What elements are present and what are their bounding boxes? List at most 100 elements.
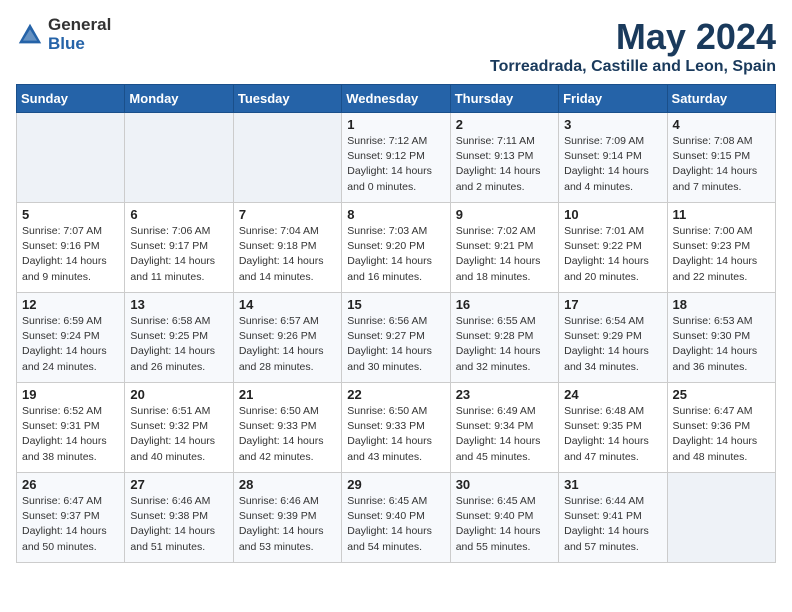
sunset-text: Sunset: 9:23 PM <box>673 240 751 252</box>
day-number: 24 <box>564 387 661 402</box>
cell-info: Sunrise: 7:08 AM Sunset: 9:15 PM Dayligh… <box>673 134 770 195</box>
logo-general-text: General <box>48 15 111 34</box>
calendar-cell: 28 Sunrise: 6:46 AM Sunset: 9:39 PM Dayl… <box>233 473 341 563</box>
sunset-text: Sunset: 9:24 PM <box>22 330 100 342</box>
cell-info: Sunrise: 6:51 AM Sunset: 9:32 PM Dayligh… <box>130 404 227 465</box>
sunset-text: Sunset: 9:39 PM <box>239 510 317 522</box>
calendar-cell: 8 Sunrise: 7:03 AM Sunset: 9:20 PM Dayli… <box>342 203 450 293</box>
logo-blue-text: Blue <box>48 34 85 53</box>
day-of-week-header: Thursday <box>450 85 558 113</box>
calendar-cell: 24 Sunrise: 6:48 AM Sunset: 9:35 PM Dayl… <box>559 383 667 473</box>
calendar-cell: 16 Sunrise: 6:55 AM Sunset: 9:28 PM Dayl… <box>450 293 558 383</box>
day-number: 11 <box>673 207 770 222</box>
day-number: 15 <box>347 297 444 312</box>
daylight-text: Daylight: 14 hours and 9 minutes. <box>22 255 107 282</box>
sunrise-text: Sunrise: 6:59 AM <box>22 315 102 327</box>
sunrise-text: Sunrise: 6:52 AM <box>22 405 102 417</box>
sunrise-text: Sunrise: 6:47 AM <box>22 495 102 507</box>
sunset-text: Sunset: 9:40 PM <box>456 510 534 522</box>
sunset-text: Sunset: 9:17 PM <box>130 240 208 252</box>
calendar-week-row: 19 Sunrise: 6:52 AM Sunset: 9:31 PM Dayl… <box>17 383 776 473</box>
sunset-text: Sunset: 9:41 PM <box>564 510 642 522</box>
calendar-week-row: 1 Sunrise: 7:12 AM Sunset: 9:12 PM Dayli… <box>17 113 776 203</box>
daylight-text: Daylight: 14 hours and 47 minutes. <box>564 435 649 462</box>
day-number: 22 <box>347 387 444 402</box>
calendar-cell: 26 Sunrise: 6:47 AM Sunset: 9:37 PM Dayl… <box>17 473 125 563</box>
day-number: 1 <box>347 117 444 132</box>
daylight-text: Daylight: 14 hours and 24 minutes. <box>22 345 107 372</box>
sunrise-text: Sunrise: 7:00 AM <box>673 225 753 237</box>
daylight-text: Daylight: 14 hours and 2 minutes. <box>456 165 541 192</box>
calendar-cell: 12 Sunrise: 6:59 AM Sunset: 9:24 PM Dayl… <box>17 293 125 383</box>
logo: General Blue <box>16 16 111 53</box>
cell-info: Sunrise: 7:06 AM Sunset: 9:17 PM Dayligh… <box>130 224 227 285</box>
calendar-table: SundayMondayTuesdayWednesdayThursdayFrid… <box>16 84 776 563</box>
day-number: 25 <box>673 387 770 402</box>
daylight-text: Daylight: 14 hours and 55 minutes. <box>456 525 541 552</box>
sunrise-text: Sunrise: 6:58 AM <box>130 315 210 327</box>
calendar-cell: 21 Sunrise: 6:50 AM Sunset: 9:33 PM Dayl… <box>233 383 341 473</box>
daylight-text: Daylight: 14 hours and 48 minutes. <box>673 435 758 462</box>
calendar-cell: 15 Sunrise: 6:56 AM Sunset: 9:27 PM Dayl… <box>342 293 450 383</box>
logo-icon <box>16 21 44 49</box>
sunset-text: Sunset: 9:14 PM <box>564 150 642 162</box>
sunrise-text: Sunrise: 7:06 AM <box>130 225 210 237</box>
daylight-text: Daylight: 14 hours and 50 minutes. <box>22 525 107 552</box>
sunset-text: Sunset: 9:20 PM <box>347 240 425 252</box>
sunrise-text: Sunrise: 6:46 AM <box>239 495 319 507</box>
calendar-cell: 18 Sunrise: 6:53 AM Sunset: 9:30 PM Dayl… <box>667 293 775 383</box>
sunrise-text: Sunrise: 6:48 AM <box>564 405 644 417</box>
daylight-text: Daylight: 14 hours and 54 minutes. <box>347 525 432 552</box>
calendar-cell: 14 Sunrise: 6:57 AM Sunset: 9:26 PM Dayl… <box>233 293 341 383</box>
calendar-cell: 22 Sunrise: 6:50 AM Sunset: 9:33 PM Dayl… <box>342 383 450 473</box>
daylight-text: Daylight: 14 hours and 30 minutes. <box>347 345 432 372</box>
sunrise-text: Sunrise: 7:03 AM <box>347 225 427 237</box>
day-of-week-header: Monday <box>125 85 233 113</box>
day-number: 12 <box>22 297 119 312</box>
day-number: 6 <box>130 207 227 222</box>
sunrise-text: Sunrise: 6:46 AM <box>130 495 210 507</box>
sunset-text: Sunset: 9:21 PM <box>456 240 534 252</box>
day-number: 26 <box>22 477 119 492</box>
cell-info: Sunrise: 6:55 AM Sunset: 9:28 PM Dayligh… <box>456 314 553 375</box>
daylight-text: Daylight: 14 hours and 43 minutes. <box>347 435 432 462</box>
cell-info: Sunrise: 7:09 AM Sunset: 9:14 PM Dayligh… <box>564 134 661 195</box>
sunset-text: Sunset: 9:22 PM <box>564 240 642 252</box>
daylight-text: Daylight: 14 hours and 14 minutes. <box>239 255 324 282</box>
day-of-week-header: Sunday <box>17 85 125 113</box>
cell-info: Sunrise: 6:57 AM Sunset: 9:26 PM Dayligh… <box>239 314 336 375</box>
cell-info: Sunrise: 6:50 AM Sunset: 9:33 PM Dayligh… <box>239 404 336 465</box>
sunrise-text: Sunrise: 7:04 AM <box>239 225 319 237</box>
calendar-cell: 17 Sunrise: 6:54 AM Sunset: 9:29 PM Dayl… <box>559 293 667 383</box>
day-number: 5 <box>22 207 119 222</box>
sunset-text: Sunset: 9:13 PM <box>456 150 534 162</box>
calendar-cell: 6 Sunrise: 7:06 AM Sunset: 9:17 PM Dayli… <box>125 203 233 293</box>
daylight-text: Daylight: 14 hours and 18 minutes. <box>456 255 541 282</box>
sunrise-text: Sunrise: 6:56 AM <box>347 315 427 327</box>
day-number: 19 <box>22 387 119 402</box>
sunset-text: Sunset: 9:27 PM <box>347 330 425 342</box>
calendar-cell: 3 Sunrise: 7:09 AM Sunset: 9:14 PM Dayli… <box>559 113 667 203</box>
sunrise-text: Sunrise: 7:12 AM <box>347 135 427 147</box>
daylight-text: Daylight: 14 hours and 4 minutes. <box>564 165 649 192</box>
calendar-header-row: SundayMondayTuesdayWednesdayThursdayFrid… <box>17 85 776 113</box>
sunrise-text: Sunrise: 6:49 AM <box>456 405 536 417</box>
calendar-cell: 5 Sunrise: 7:07 AM Sunset: 9:16 PM Dayli… <box>17 203 125 293</box>
calendar-cell: 25 Sunrise: 6:47 AM Sunset: 9:36 PM Dayl… <box>667 383 775 473</box>
cell-info: Sunrise: 6:46 AM Sunset: 9:38 PM Dayligh… <box>130 494 227 555</box>
cell-info: Sunrise: 7:11 AM Sunset: 9:13 PM Dayligh… <box>456 134 553 195</box>
calendar-cell: 2 Sunrise: 7:11 AM Sunset: 9:13 PM Dayli… <box>450 113 558 203</box>
cell-info: Sunrise: 6:56 AM Sunset: 9:27 PM Dayligh… <box>347 314 444 375</box>
cell-info: Sunrise: 6:46 AM Sunset: 9:39 PM Dayligh… <box>239 494 336 555</box>
calendar-cell: 9 Sunrise: 7:02 AM Sunset: 9:21 PM Dayli… <box>450 203 558 293</box>
sunset-text: Sunset: 9:35 PM <box>564 420 642 432</box>
daylight-text: Daylight: 14 hours and 7 minutes. <box>673 165 758 192</box>
cell-info: Sunrise: 6:45 AM Sunset: 9:40 PM Dayligh… <box>456 494 553 555</box>
calendar-week-row: 12 Sunrise: 6:59 AM Sunset: 9:24 PM Dayl… <box>17 293 776 383</box>
sunset-text: Sunset: 9:30 PM <box>673 330 751 342</box>
day-number: 31 <box>564 477 661 492</box>
calendar-cell: 1 Sunrise: 7:12 AM Sunset: 9:12 PM Dayli… <box>342 113 450 203</box>
cell-info: Sunrise: 7:01 AM Sunset: 9:22 PM Dayligh… <box>564 224 661 285</box>
sunset-text: Sunset: 9:18 PM <box>239 240 317 252</box>
day-number: 3 <box>564 117 661 132</box>
